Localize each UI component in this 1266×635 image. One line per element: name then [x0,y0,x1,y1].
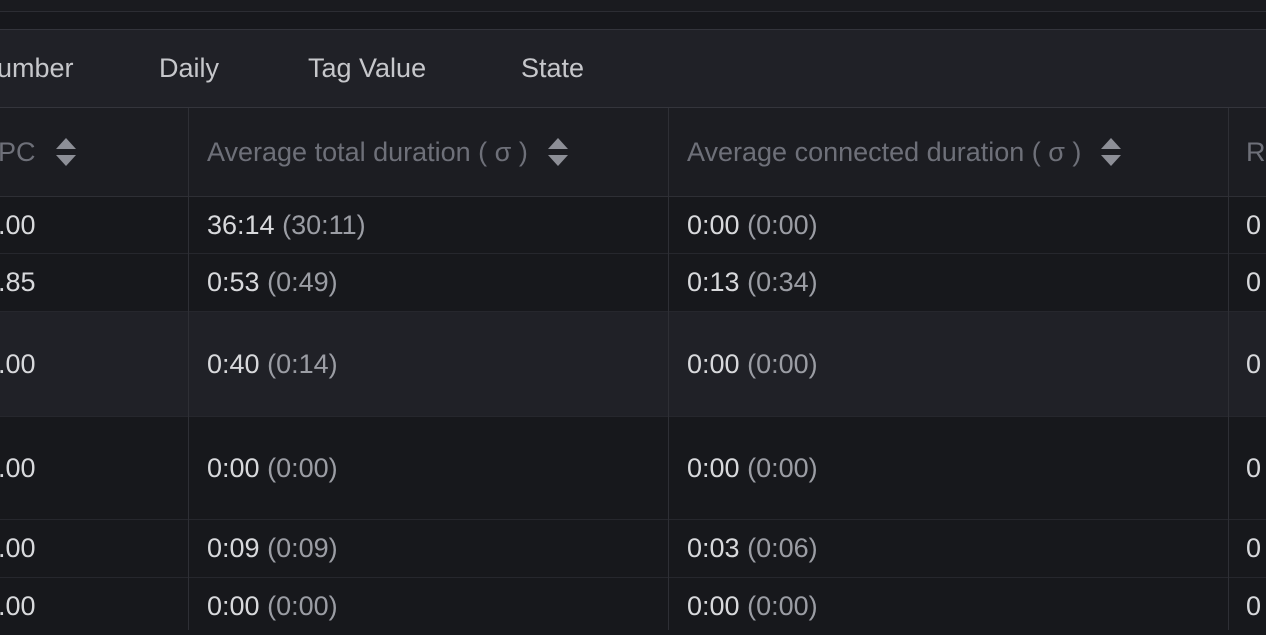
column-divider[interactable] [1228,108,1229,630]
duration-sigma: (0:09) [267,533,338,563]
column-header-label: Average connected duration ( σ ) [687,137,1082,167]
duration-sigma: (0:14) [267,349,338,379]
duration-value: 0:40 [207,349,260,379]
duration-value: 0:53 [207,267,260,297]
duration-sigma: (0:00) [747,453,818,483]
cell-total-duration: 0:53 (0:49) [207,254,338,311]
cell-pc: .00 [0,591,36,621]
cell-r: 0 [1246,453,1262,483]
duration-value: 0:03 [687,533,740,563]
sort-icon[interactable] [55,137,76,166]
cell-connected-duration: 0:03 (0:06) [687,520,818,577]
cell-total-duration: 36:14 (30:11) [207,197,366,253]
duration-value: 0:00 [207,591,260,621]
duration-sigma: (0:00) [267,591,338,621]
column-divider[interactable] [188,108,189,630]
table-row[interactable]: .00 0:09 (0:09) 0:03 (0:06) 0 [0,520,1266,578]
cell-pc: .00 [0,453,36,483]
tab-state[interactable]: State [521,30,584,107]
cell-r: 0 [1246,591,1262,621]
column-header-average-connected-duration[interactable]: Average connected duration ( σ ) [687,108,1122,196]
duration-sigma: (0:00) [747,210,818,240]
column-header-r[interactable]: R [1246,108,1266,196]
cell-total-duration: 0:40 (0:14) [207,312,338,416]
sort-icon[interactable] [547,137,568,166]
table-row[interactable]: .00 36:14 (30:11) 0:00 (0:00) 0 [0,197,1266,254]
column-header-label: Average total duration ( σ ) [207,137,528,167]
cell-total-duration: 0:00 (0:00) [207,578,338,635]
table-row[interactable]: .85 0:53 (0:49) 0:13 (0:34) 0 [0,254,1266,312]
cell-pc: .00 [0,349,36,379]
duration-value: 0:00 [687,591,740,621]
duration-value: 0:00 [207,453,260,483]
duration-sigma: (0:06) [747,533,818,563]
cell-pc: .00 [0,533,36,563]
cell-connected-duration: 0:00 (0:00) [687,417,818,519]
duration-sigma: (0:00) [747,349,818,379]
cell-r: 0 [1246,210,1262,240]
column-divider[interactable] [668,108,669,630]
cell-pc: .00 [0,210,36,240]
cell-connected-duration: 0:00 (0:00) [687,197,818,253]
duration-value: 36:14 [207,210,275,240]
top-bar [0,0,1266,12]
tab-tag-value[interactable]: Tag Value [308,30,426,107]
duration-value: 0:00 [687,210,740,240]
cell-connected-duration: 0:00 (0:00) [687,312,818,416]
table-row[interactable]: .00 0:00 (0:00) 0:00 (0:00) 0 [0,417,1266,520]
cell-r: 0 [1246,267,1262,297]
cell-r: 0 [1246,533,1262,563]
cell-total-duration: 0:09 (0:09) [207,520,338,577]
table-header-row: PC Average total duration ( σ ) Average … [0,108,1266,197]
cell-pc: .85 [0,267,36,297]
duration-value: 0:09 [207,533,260,563]
table-row[interactable]: .00 0:00 (0:00) 0:00 (0:00) 0 [0,578,1266,635]
tab-bar: umber Daily Tag Value State [0,29,1266,109]
cell-connected-duration: 0:13 (0:34) [687,254,818,311]
column-header-label: PC [0,137,36,167]
duration-sigma: (0:00) [747,591,818,621]
duration-sigma: (0:49) [267,267,338,297]
column-header-pc[interactable]: PC [0,108,76,196]
duration-sigma: (0:00) [267,453,338,483]
duration-value: 0:00 [687,349,740,379]
cell-r: 0 [1246,349,1262,379]
duration-value: 0:00 [687,453,740,483]
column-header-average-total-duration[interactable]: Average total duration ( σ ) [207,108,568,196]
cell-total-duration: 0:00 (0:00) [207,417,338,519]
duration-value: 0:13 [687,267,740,297]
cell-connected-duration: 0:00 (0:00) [687,578,818,635]
tab-daily[interactable]: Daily [159,30,219,107]
column-header-label: R [1246,137,1266,167]
tab-number[interactable]: umber [0,30,74,107]
table-row-hovered[interactable]: .00 0:40 (0:14) 0:00 (0:00) 0 [0,312,1266,417]
duration-sigma: (30:11) [282,210,366,240]
duration-sigma: (0:34) [747,267,818,297]
sort-icon[interactable] [1101,137,1122,166]
